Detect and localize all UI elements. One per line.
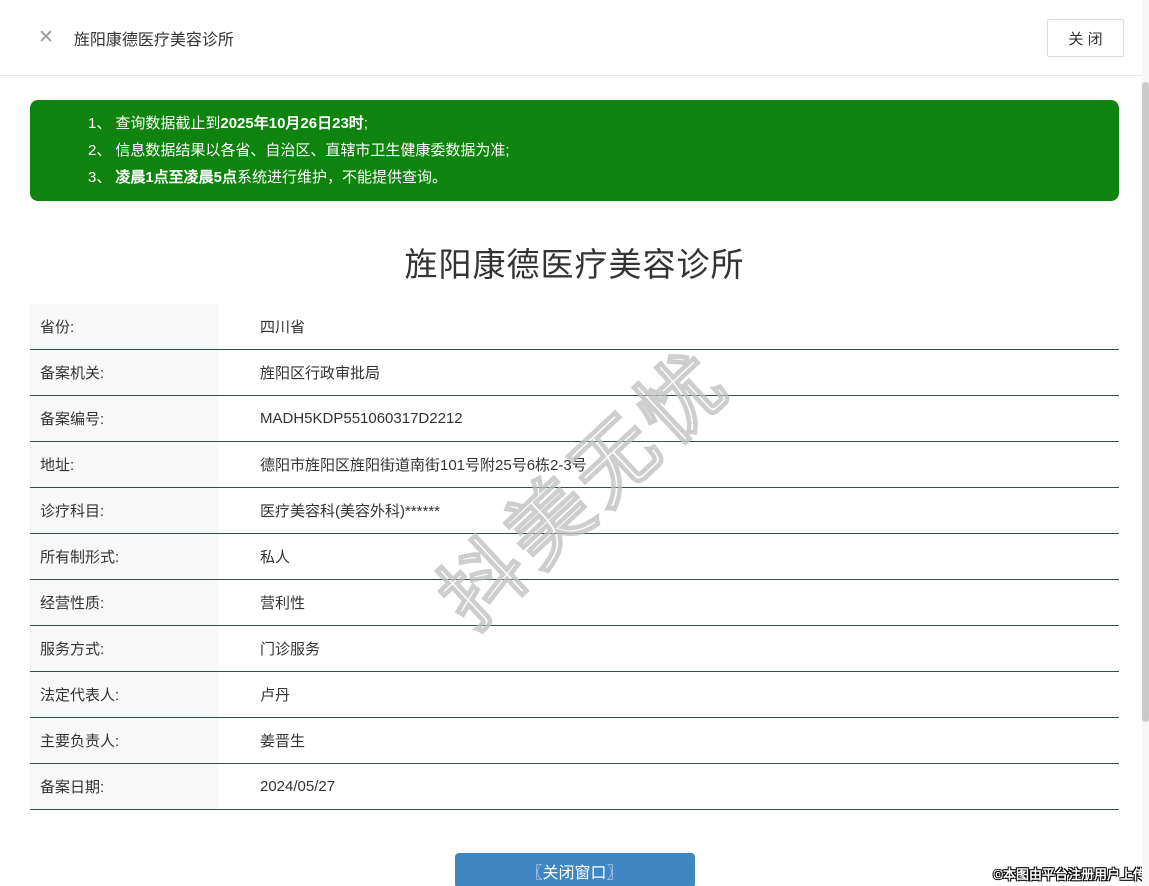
close-button-top[interactable]: 关 闭: [1047, 19, 1124, 57]
notice-line-1: 1、 查询数据截止到2025年10月26日23时;: [88, 110, 1099, 137]
window-title: 旌阳康德医疗美容诊所: [73, 31, 234, 49]
notice-line-number: 2、: [88, 142, 112, 159]
row-value: MADH5KDP551060317D2212: [260, 410, 463, 427]
table-row-legal-representative: 法定代表人: 卢丹: [30, 672, 1119, 718]
row-value: 旌阳区行政审批局: [260, 365, 381, 382]
row-value: 2024/05/27: [260, 778, 336, 795]
row-label: 备案日期:: [30, 764, 218, 809]
row-label: 法定代表人:: [30, 672, 218, 717]
notice-text-bold: 2025年10月26日23时: [220, 115, 364, 132]
table-row-filing-date: 备案日期: 2024/05/27: [30, 764, 1119, 810]
row-value: 四川省: [260, 319, 306, 336]
row-value: 门诊服务: [260, 641, 321, 658]
row-label: 备案编号:: [30, 396, 218, 441]
table-row-principal: 主要负责人: 姜晋生: [30, 718, 1119, 764]
notice-text: 系统进行维护，不能提供查询。: [237, 169, 448, 186]
detail-table: 省份: 四川省 备案机关: 旌阳区行政审批局 备案编号: MADH5KDP551…: [30, 304, 1119, 810]
row-label: 所有制形式:: [30, 534, 218, 579]
close-x-icon[interactable]: ✕: [38, 28, 54, 47]
notice-line-number: 3、: [88, 169, 112, 186]
row-value: 私人: [260, 549, 291, 566]
row-label: 备案机关:: [30, 350, 218, 395]
row-label: 经营性质:: [30, 580, 218, 625]
table-row-ownership-form: 所有制形式: 私人: [30, 534, 1119, 580]
notice-text: ;: [363, 115, 368, 132]
notice-line-number: 1、: [88, 115, 112, 132]
table-row-treatment-subjects: 诊疗科目: 医疗美容科(美容外科)******: [30, 488, 1119, 534]
row-label: 主要负责人:: [30, 718, 218, 763]
row-label: 省份:: [30, 304, 218, 349]
row-value: 姜晋生: [260, 733, 306, 750]
row-label: 地址:: [30, 442, 218, 487]
table-row-filing-number: 备案编号: MADH5KDP551060317D2212: [30, 396, 1119, 442]
top-bar: ✕ 旌阳康德医疗美容诊所 关 闭: [0, 0, 1149, 76]
notice-text: 信息数据结果以各省、自治区、直辖市卫生健康委数据为准;: [115, 142, 510, 159]
notice-text: 查询数据截止到: [115, 115, 221, 132]
scrollbar-track: [1142, 0, 1149, 886]
row-label: 服务方式:: [30, 626, 218, 671]
table-row-service-mode: 服务方式: 门诊服务: [30, 626, 1119, 672]
row-value: 德阳市旌阳区旌阳街道南街101号附25号6栋2-3号: [260, 457, 587, 474]
clinic-title: 旌阳康德医疗美容诊所: [404, 246, 745, 283]
notice-box: 1、 查询数据截止到2025年10月26日23时; 2、 信息数据结果以各省、自治区…: [30, 100, 1119, 201]
table-row-province: 省份: 四川省: [30, 304, 1119, 350]
notice-line-2: 2、 信息数据结果以各省、自治区、直辖市卫生健康委数据为准;: [88, 137, 1099, 164]
table-row-filing-authority: 备案机关: 旌阳区行政审批局: [30, 350, 1119, 396]
row-value: 营利性: [260, 595, 306, 612]
row-label: 诊疗科目:: [30, 488, 218, 533]
notice-line-3: 3、 凌晨1点至凌晨5点系统进行维护，不能提供查询。: [88, 164, 1099, 191]
row-value: 卢丹: [260, 687, 291, 704]
notice-text-bold: 凌晨1点至凌晨5点: [115, 169, 238, 186]
credit-watermark: ©本图由平台注册用户上传: [993, 867, 1146, 882]
scrollbar-thumb[interactable]: [1142, 82, 1149, 722]
table-row-business-nature: 经营性质: 营利性: [30, 580, 1119, 626]
table-row-address: 地址: 德阳市旌阳区旌阳街道南街101号附25号6栋2-3号: [30, 442, 1119, 488]
close-window-button[interactable]: 〖关闭窗口〗: [454, 853, 695, 886]
bottom-area: 〖关闭窗口〗: [0, 853, 1149, 886]
row-value: 医疗美容科(美容外科)******: [260, 503, 441, 520]
